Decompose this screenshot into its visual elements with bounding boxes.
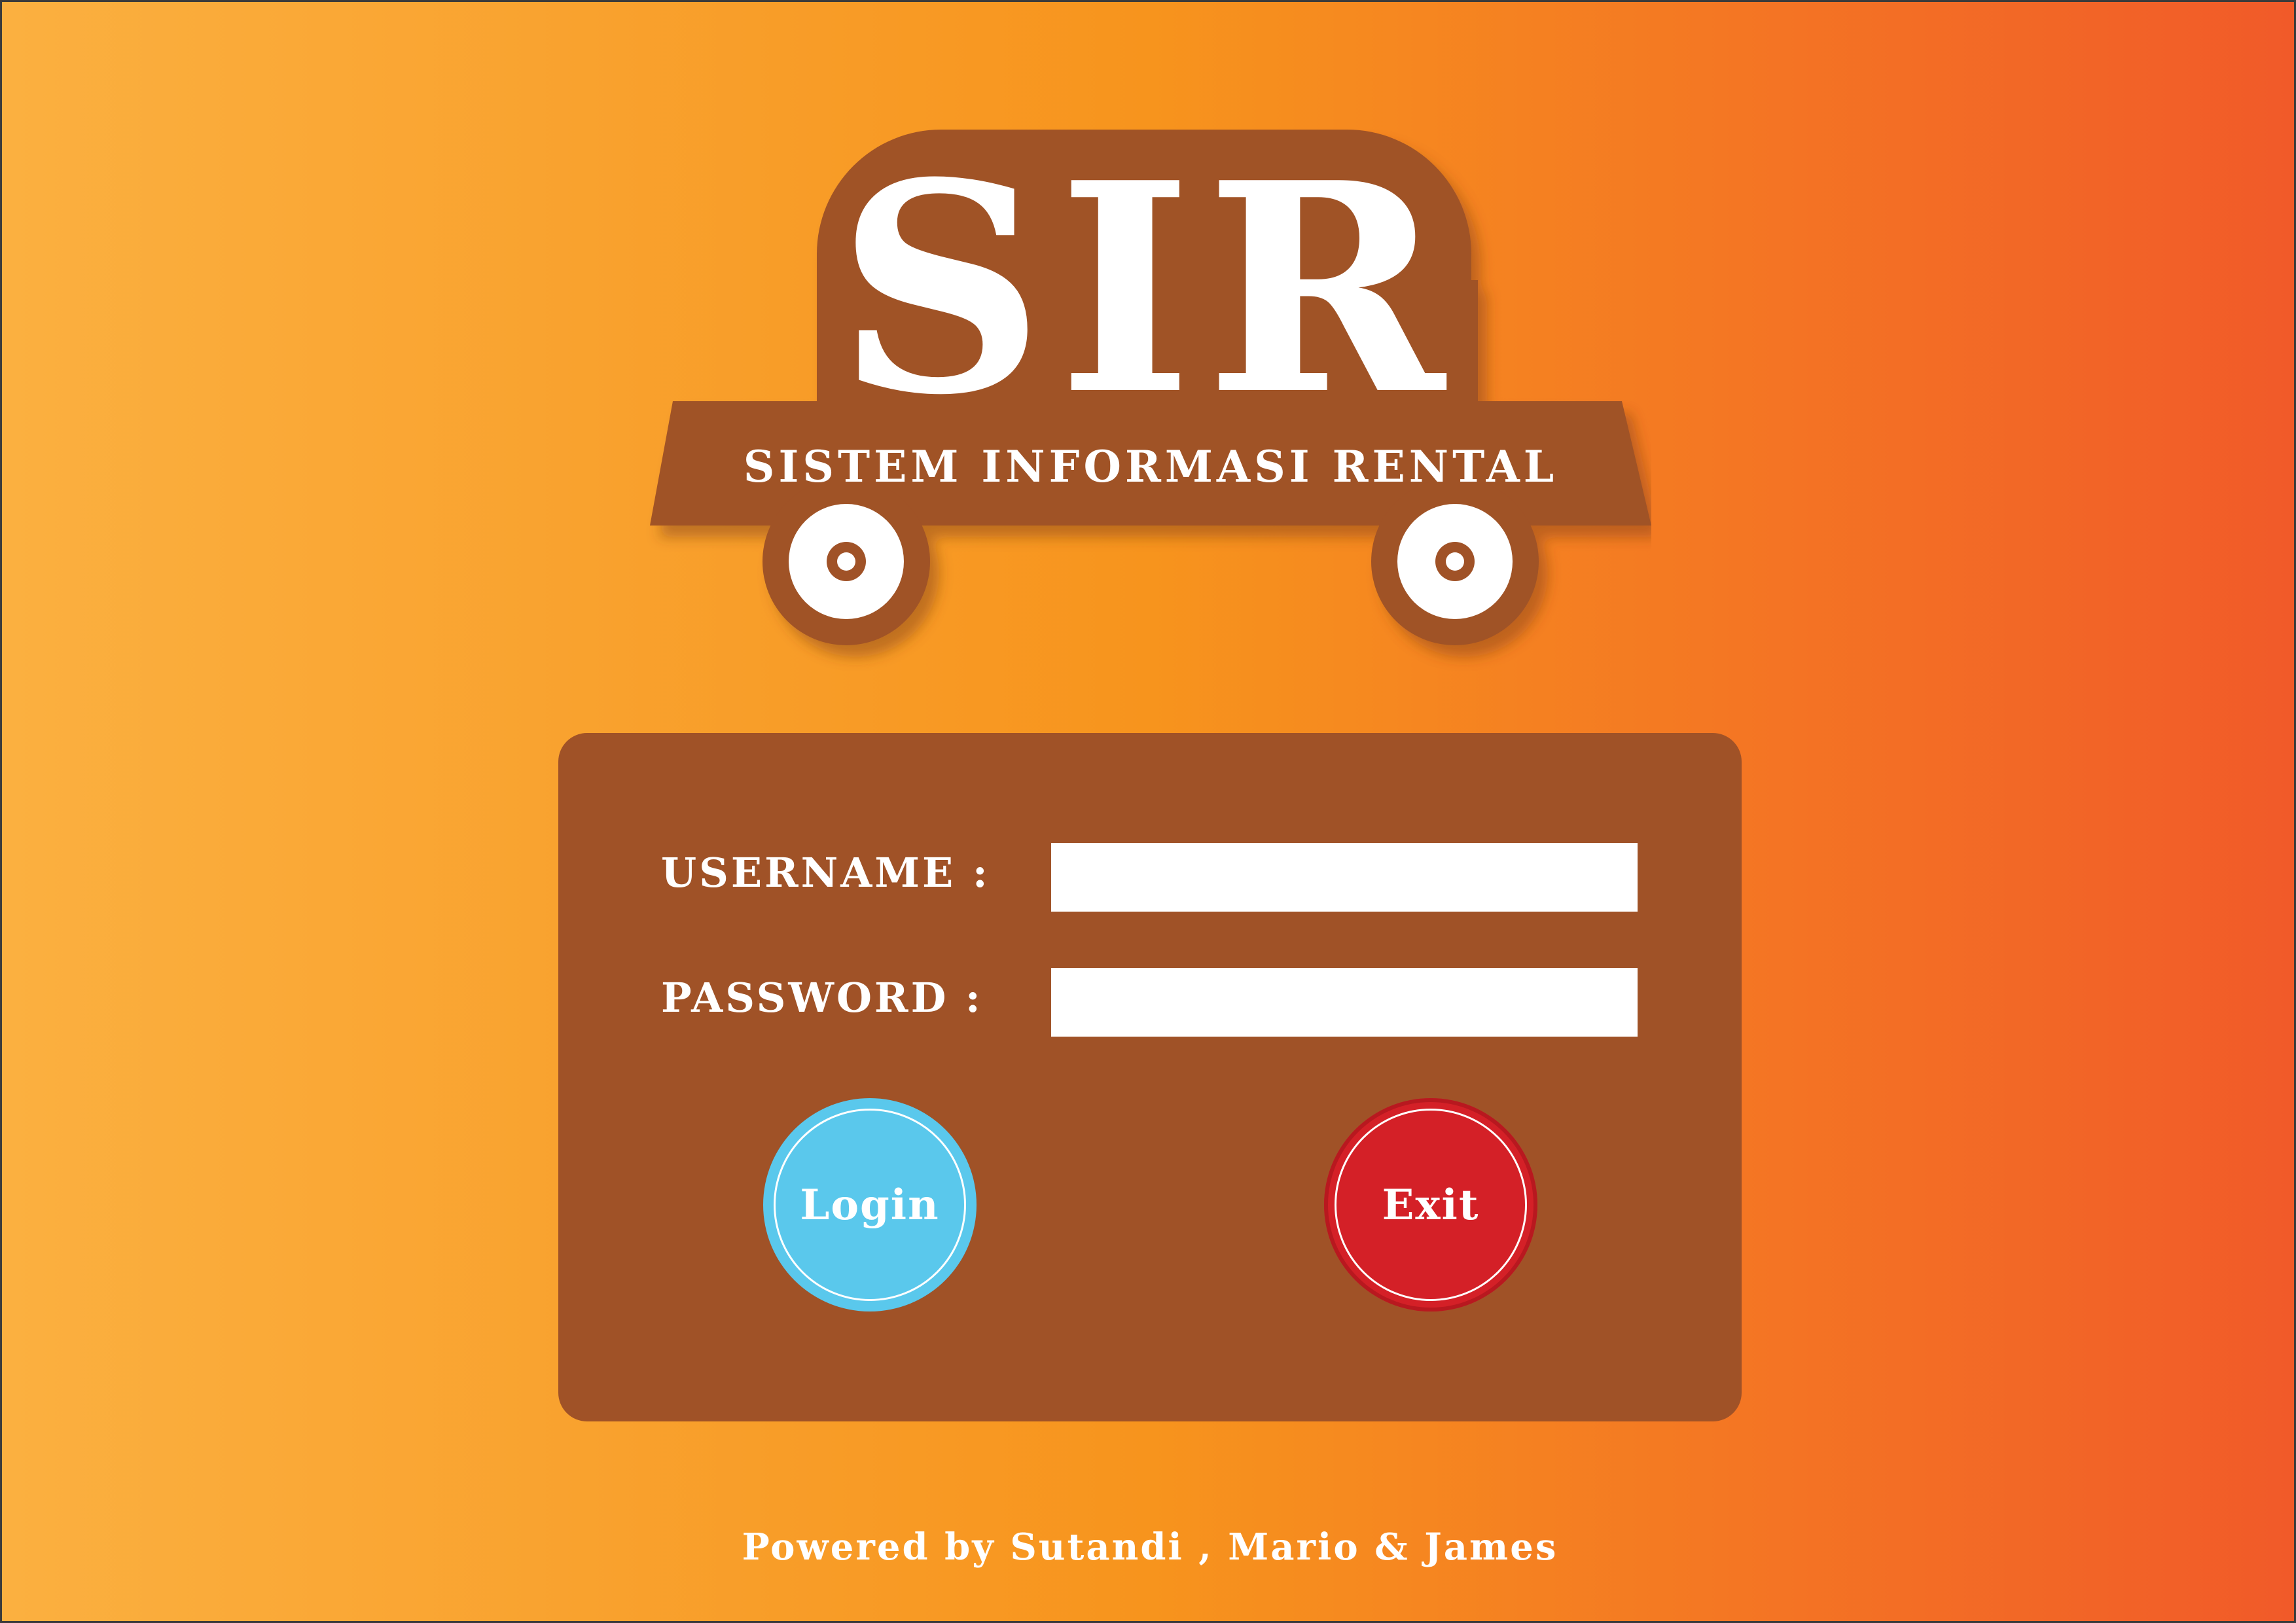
footer-credits: Powered by Sutandi , Mario & James [742,1525,1558,1569]
login-panel: USERNAME : PASSWORD : Login Exit [558,733,1742,1421]
login-button[interactable]: Login [763,1098,977,1311]
exit-button[interactable]: Exit [1324,1098,1537,1311]
cart-icon: SIR SISTEM INFORMASI RENTAL [650,130,1651,645]
logo-title: SIR [836,130,1458,458]
username-label: USERNAME : [661,849,990,897]
password-input[interactable] [1051,968,1638,1037]
sir-logo: SIR SISTEM INFORMASI RENTAL [643,130,1651,673]
logo-subtitle: SISTEM INFORMASI RENTAL [744,441,1558,492]
exit-button-label: Exit [1382,1180,1480,1230]
username-input[interactable] [1051,843,1638,912]
login-screen: SIR SISTEM INFORMASI RENTAL USERNAME : P… [0,0,2296,1623]
login-button-label: Login [800,1180,940,1230]
password-label: PASSWORD : [661,974,983,1022]
